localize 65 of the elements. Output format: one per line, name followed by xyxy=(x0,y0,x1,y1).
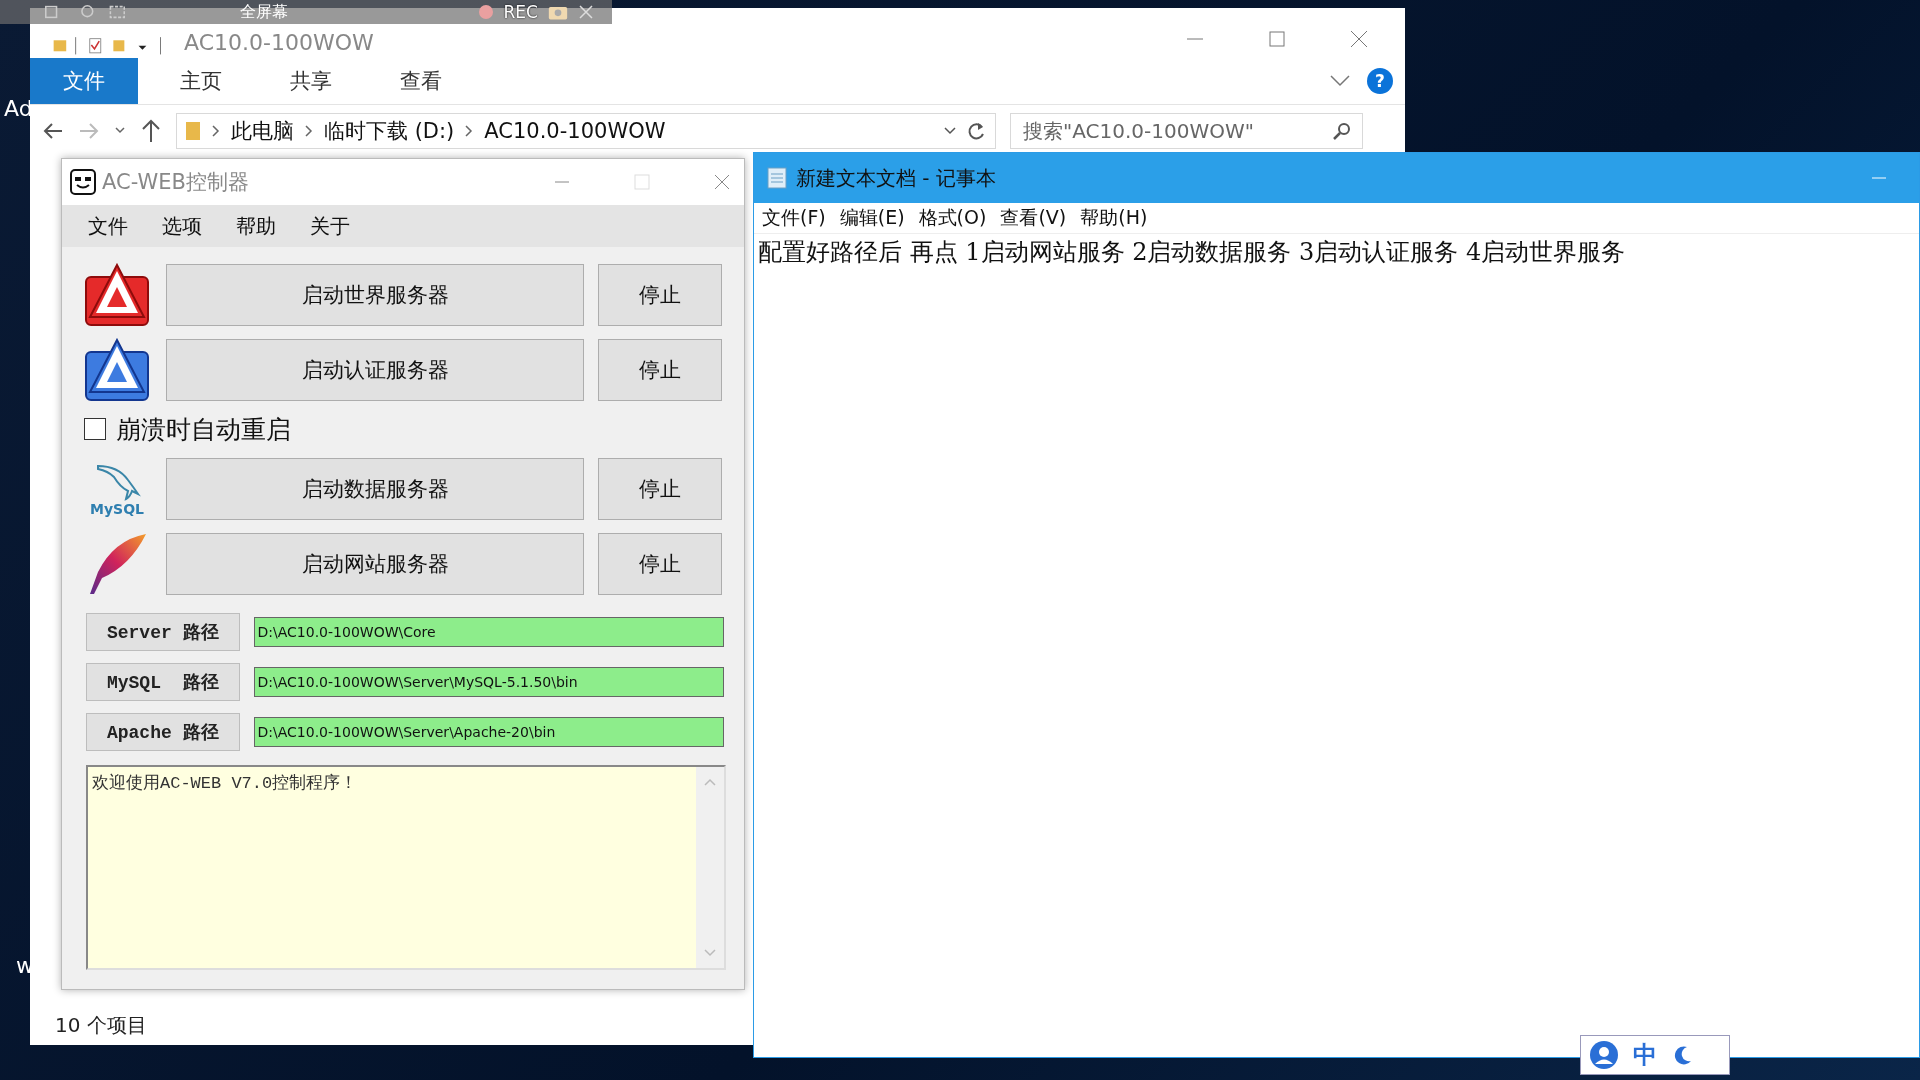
folder-icon xyxy=(185,120,201,142)
path-field[interactable]: D:\AC10.0-100WOW\Server\Apache-20\bin xyxy=(253,717,724,747)
record-dot-icon xyxy=(477,4,494,20)
search-icon[interactable] xyxy=(1332,121,1352,141)
start-server-button[interactable]: 启动世界服务器 xyxy=(166,263,584,326)
path-field[interactable]: D:\AC10.0-100WOW\Core xyxy=(253,617,724,647)
search-field[interactable]: 搜索"AC10.0-100WOW" xyxy=(1010,113,1363,149)
menu-item[interactable]: 文件(F) xyxy=(762,205,826,231)
checkbox-label: 崩溃时自动重启 xyxy=(116,413,291,446)
triangle-logo-icon xyxy=(84,337,150,402)
notepad-icon xyxy=(766,166,788,190)
menu-item[interactable]: 选项 xyxy=(162,212,202,240)
menu-item[interactable]: 编辑(E) xyxy=(839,205,905,231)
menu-item[interactable]: 文件 xyxy=(88,212,128,240)
menu-item[interactable]: 帮助(H) xyxy=(1080,205,1148,231)
breadcrumb-item[interactable]: 此电脑 xyxy=(231,117,294,145)
path-button[interactable]: MySQL 路径 xyxy=(86,663,240,701)
chevron-down-icon[interactable] xyxy=(114,126,126,136)
stop-button[interactable]: 停止 xyxy=(598,457,722,520)
window-title: AC-WEB控制器 xyxy=(102,169,249,196)
start-server-button[interactable]: 启动网站服务器 xyxy=(166,532,584,595)
stop-button[interactable]: 停止 xyxy=(598,532,722,595)
log-text: 欢迎使用AC-WEB V7.0控制程序！ xyxy=(92,774,358,793)
input-mode[interactable]: 中 xyxy=(1633,1039,1657,1071)
close-icon[interactable] xyxy=(1349,29,1369,49)
maximize-icon xyxy=(632,172,652,192)
log-area[interactable]: 欢迎使用AC-WEB V7.0控制程序！ xyxy=(86,765,726,970)
ribbon-tab[interactable]: 文件 xyxy=(30,58,138,104)
start-server-button[interactable]: 启动数据服务器 xyxy=(166,457,584,520)
refresh-icon[interactable] xyxy=(967,121,987,141)
menu-item[interactable]: 查看(V) xyxy=(1000,205,1067,231)
logo-text: MySQL xyxy=(90,501,144,516)
chevron-right-icon xyxy=(304,125,314,137)
help-button[interactable]: ? xyxy=(1367,68,1393,94)
menu-item[interactable]: 关于 xyxy=(310,212,350,240)
chevron-right-icon xyxy=(464,125,475,137)
up-arrow-icon[interactable] xyxy=(140,119,162,143)
recording-mode-label: 全屏幕 xyxy=(240,3,288,21)
back-arrow-icon[interactable] xyxy=(42,121,64,141)
breadcrumb-item[interactable]: AC10.0-100WOW xyxy=(484,119,666,143)
window-title: 新建文本文档 - 记事本 xyxy=(796,164,996,192)
path-field[interactable]: D:\AC10.0-100WOW\Server\MySQL-5.1.50\bin xyxy=(253,667,724,697)
chevron-down-icon[interactable] xyxy=(1329,74,1351,88)
menu-item[interactable]: 帮助 xyxy=(236,212,276,240)
stop-button[interactable]: 停止 xyxy=(598,263,722,326)
start-server-button[interactable]: 启动认证服务器 xyxy=(166,338,584,401)
status-text: 10 个项目 xyxy=(55,1011,147,1039)
address-bar[interactable]: 此电脑 临时下载 (D:) AC10.0-100WOW xyxy=(176,113,996,149)
stop-button[interactable]: 停止 xyxy=(598,338,722,401)
chevron-down-icon[interactable] xyxy=(943,126,957,136)
ribbon-tab[interactable]: 共享 xyxy=(264,58,358,104)
window-title: AC10.0-100WOW xyxy=(184,30,374,56)
menu-item[interactable]: 格式(O) xyxy=(918,205,987,231)
breadcrumb-item[interactable]: 临时下载 (D:) xyxy=(324,117,455,145)
triangle-logo-icon xyxy=(84,262,150,327)
chevron-right-icon xyxy=(211,125,221,137)
face-icon xyxy=(70,169,96,195)
ribbon-tab[interactable]: 主页 xyxy=(154,58,248,104)
path-button[interactable]: Server 路径 xyxy=(86,613,240,651)
user-icon[interactable] xyxy=(1589,1040,1619,1070)
path-button[interactable]: Apache 路径 xyxy=(86,713,240,751)
checkbox[interactable] xyxy=(84,418,106,440)
ribbon-tab[interactable]: 查看 xyxy=(374,58,468,104)
close-icon[interactable] xyxy=(712,172,732,192)
document-text: 配置好路径后 再点 1启动网站服务 2启动数据服务 3启动认证服务 4启动世界服务 xyxy=(758,238,1626,266)
